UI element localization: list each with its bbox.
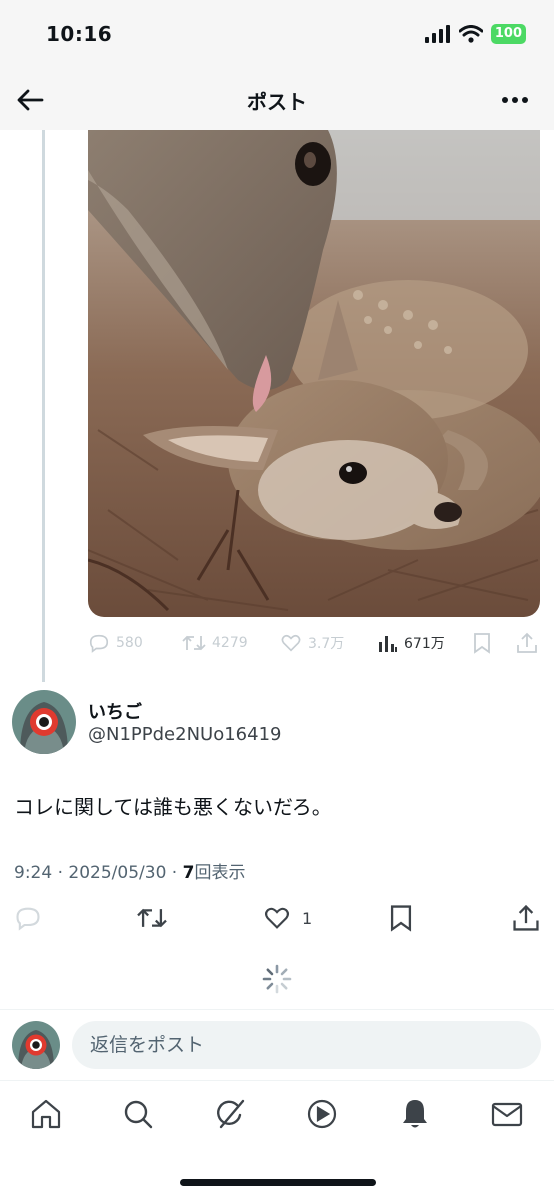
replies-stat[interactable]: 580 [88,632,143,654]
post-metadata: 9:24 · 2025/05/30 · 7回表示 [14,858,245,883]
bookmark-stat[interactable] [472,632,492,654]
post-time: 9:24 [14,863,53,883]
meta-separator: · [171,863,183,883]
battery-indicator: 100 [490,24,526,44]
video-icon[interactable] [305,1097,339,1131]
messages-icon[interactable] [490,1097,524,1131]
heart-icon [265,907,289,929]
heart-icon [281,634,301,652]
bookmark-icon [474,633,490,654]
share-icon [517,632,537,653]
share-button[interactable] [512,904,540,932]
divider [0,1009,554,1010]
deer-photo-illustration [88,130,540,617]
quoted-post-actions: 580 4279 3.7万 671万 [88,628,540,658]
repost-icon [182,635,206,651]
loading-spinner-icon [262,964,292,994]
replies-count: 580 [116,635,143,651]
share-icon [513,904,539,931]
wifi-icon [458,25,483,43]
avatar-image [12,1021,60,1069]
avatar-image [12,690,76,754]
post-date: 2025/05/30 [68,863,167,883]
view-count[interactable]: 7 [183,863,195,883]
share-stat[interactable] [516,632,538,654]
status-bar: 10:16 100 [0,0,554,70]
header: ポスト [0,70,554,130]
status-time: 10:16 [46,22,113,46]
post-actions: 1 [0,898,554,942]
likes-count: 3.7万 [308,636,345,652]
reposts-stat[interactable]: 4279 [182,632,248,654]
repost-button[interactable] [136,904,168,932]
author-name[interactable]: いちご [88,698,142,724]
views-count: 671万 [404,636,445,652]
reply-input[interactable]: 返信をポスト [72,1021,541,1069]
home-icon[interactable] [29,1097,63,1131]
grok-icon[interactable] [213,1097,247,1131]
post-photo-deer[interactable] [88,130,540,617]
repost-icon [137,908,167,928]
view-label: 回表示 [194,863,246,883]
notifications-icon[interactable] [398,1097,432,1131]
reply-icon [16,907,40,931]
page-title: ポスト [247,90,307,114]
author-handle[interactable]: @N1PPde2NUo16419 [88,724,282,745]
bookmark-icon [390,905,412,932]
like-count: 1 [302,908,313,928]
reposts-count: 4279 [212,635,248,651]
likes-stat[interactable]: 3.7万 [280,632,344,654]
bookmark-button[interactable] [388,904,414,932]
reply-button[interactable] [14,904,42,932]
status-icons: 100 [424,24,526,44]
author-avatar[interactable] [12,690,76,754]
signal-icon [424,25,450,43]
like-button[interactable]: 1 [262,904,312,932]
analytics-icon [379,636,397,652]
search-icon[interactable] [121,1097,155,1131]
reply-icon [89,634,109,653]
thread-connector-line [42,130,45,682]
post-text: コレに関しては誰も悪くないだろ。 [14,795,332,819]
current-user-avatar[interactable] [12,1021,60,1069]
meta-separator: · [57,863,69,883]
home-indicator [180,1179,376,1186]
more-options-icon[interactable] [500,86,530,114]
views-stat[interactable]: 671万 [378,633,445,653]
